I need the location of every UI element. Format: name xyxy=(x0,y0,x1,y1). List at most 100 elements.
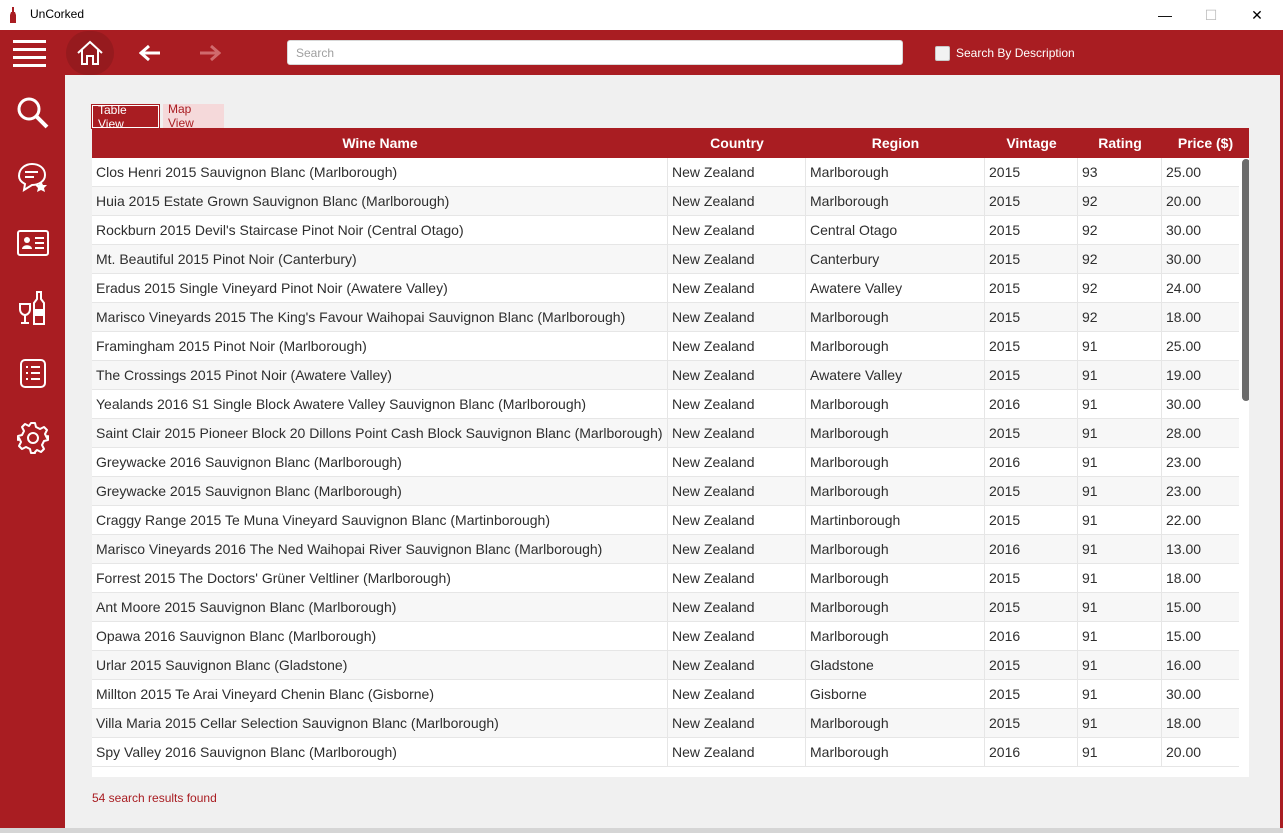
cell-price: 15.00 xyxy=(1166,599,1202,615)
results-count: 54 search results found xyxy=(92,791,217,805)
table-row[interactable]: Clos Henri 2015 Sauvignon Blanc (Marlbor… xyxy=(92,158,1239,187)
cell-rating: 91 xyxy=(1078,506,1162,534)
cell-country: New Zealand xyxy=(668,593,806,621)
table-row[interactable]: Huia 2015 Estate Grown Sauvignon Blanc (… xyxy=(92,187,1239,216)
column-header-vintage[interactable]: Vintage xyxy=(985,128,1078,158)
table-row[interactable]: Greywacke 2015 Sauvignon Blanc (Marlboro… xyxy=(92,477,1239,506)
cell-country: New Zealand xyxy=(668,651,806,679)
table-header: Wine Name Country Region Vintage Rating … xyxy=(92,128,1249,158)
cell-price: 30.00 xyxy=(1166,686,1202,702)
cell-country: New Zealand xyxy=(668,709,806,737)
search-by-description-checkbox[interactable] xyxy=(935,46,950,61)
cell-price: 30.00 xyxy=(1166,396,1202,412)
cell-wine-name: Spy Valley 2016 Sauvignon Blanc (Marlbor… xyxy=(92,738,668,766)
column-header-wine-name[interactable]: Wine Name xyxy=(92,128,668,158)
cell-region: Marlborough xyxy=(806,709,985,737)
forward-button[interactable] xyxy=(192,39,228,67)
cell-region: Gladstone xyxy=(806,651,985,679)
table-row[interactable]: Marisco Vineyards 2016 The Ned Waihopai … xyxy=(92,535,1239,564)
column-header-price[interactable]: Price ($) xyxy=(1162,128,1249,158)
profile-card-icon xyxy=(17,230,49,256)
cell-region: Marlborough xyxy=(806,535,985,563)
table-row[interactable]: Urlar 2015 Sauvignon Blanc (Gladstone) Ne… xyxy=(92,651,1239,680)
cell-rating: 92 xyxy=(1078,274,1162,302)
cell-price: 18.00 xyxy=(1166,715,1202,731)
table-row[interactable]: Greywacke 2016 Sauvignon Blanc (Marlboro… xyxy=(92,448,1239,477)
table-row[interactable]: Spy Valley 2016 Sauvignon Blanc (Marlbor… xyxy=(92,738,1239,767)
table-row[interactable]: Yealands 2016 S1 Single Block Awatere Va… xyxy=(92,390,1239,419)
cell-price: 22.00 xyxy=(1166,512,1202,528)
cell-country: New Zealand xyxy=(668,564,806,592)
cell-rating: 91 xyxy=(1078,390,1162,418)
cell-rating: 92 xyxy=(1078,216,1162,244)
table-row[interactable]: Ant Moore 2015 Sauvignon Blanc (Marlboro… xyxy=(92,593,1239,622)
cell-vintage: 2015 xyxy=(985,245,1078,273)
cell-vintage: 2015 xyxy=(985,332,1078,360)
cell-price: 16.00 xyxy=(1166,657,1202,673)
home-button[interactable] xyxy=(66,31,114,75)
cell-wine-name: Millton 2015 Te Arai Vineyard Chenin Bla… xyxy=(92,680,668,708)
cell-wine-name: Yealands 2016 S1 Single Block Awatere Va… xyxy=(92,390,668,418)
table-row[interactable]: Rockburn 2015 Devil's Staircase Pinot No… xyxy=(92,216,1239,245)
column-header-country[interactable]: Country xyxy=(668,128,806,158)
cell-region: Marlborough xyxy=(806,477,985,505)
cell-region: Gisborne xyxy=(806,680,985,708)
sidebar-item-search[interactable] xyxy=(10,90,56,136)
cell-country: New Zealand xyxy=(668,390,806,418)
top-toolbar: Search By Description xyxy=(0,30,1280,75)
hamburger-icon xyxy=(13,40,46,67)
cell-wine-name: Ant Moore 2015 Sauvignon Blanc (Marlboro… xyxy=(92,593,668,621)
cell-rating: 91 xyxy=(1078,738,1162,766)
cell-rating: 91 xyxy=(1078,361,1162,389)
sidebar-item-reviews[interactable] xyxy=(10,155,56,201)
table-row[interactable]: Marisco Vineyards 2015 The King's Favour… xyxy=(92,303,1239,332)
cell-vintage: 2016 xyxy=(985,738,1078,766)
cell-region: Awatere Valley xyxy=(806,361,985,389)
cell-country: New Zealand xyxy=(668,245,806,273)
sidebar-item-wines[interactable] xyxy=(10,285,56,331)
table-row[interactable]: Forrest 2015 The Doctors' Grüner Veltlin… xyxy=(92,564,1239,593)
cell-vintage: 2016 xyxy=(985,622,1078,650)
table-row[interactable]: Craggy Range 2015 Te Muna Vineyard Sauvi… xyxy=(92,506,1239,535)
cell-region: Marlborough xyxy=(806,564,985,592)
cell-rating: 91 xyxy=(1078,332,1162,360)
cell-region: Canterbury xyxy=(806,245,985,273)
close-button[interactable]: ✕ xyxy=(1234,0,1280,30)
cell-rating: 92 xyxy=(1078,303,1162,331)
close-icon: ✕ xyxy=(1251,6,1263,23)
table-row[interactable]: Opawa 2016 Sauvignon Blanc (Marlborough)… xyxy=(92,622,1239,651)
minimize-button[interactable]: — xyxy=(1142,0,1188,30)
maximize-button[interactable]: ☐ xyxy=(1188,0,1234,30)
table-row[interactable]: Eradus 2015 Single Vineyard Pinot Noir (… xyxy=(92,274,1239,303)
sidebar-item-settings[interactable] xyxy=(10,415,56,461)
cell-country: New Zealand xyxy=(668,680,806,708)
cell-rating: 91 xyxy=(1078,622,1162,650)
sidebar-item-lists[interactable] xyxy=(10,350,56,396)
hamburger-menu-button[interactable] xyxy=(10,38,50,68)
wine-glass-bottle-icon xyxy=(19,291,45,325)
column-header-region[interactable]: Region xyxy=(806,128,985,158)
cell-country: New Zealand xyxy=(668,622,806,650)
table-row[interactable]: Mt. Beautiful 2015 Pinot Noir (Canterbur… xyxy=(92,245,1239,274)
cell-country: New Zealand xyxy=(668,361,806,389)
tab-map-view[interactable]: Map View xyxy=(163,102,224,130)
tab-table-view[interactable]: Table View xyxy=(91,103,160,131)
chat-star-icon xyxy=(17,162,47,193)
table-row[interactable]: Saint Clair 2015 Pioneer Block 20 Dillon… xyxy=(92,419,1239,448)
table-row[interactable]: Villa Maria 2015 Cellar Selection Sauvig… xyxy=(92,709,1239,738)
arrow-right-icon xyxy=(200,44,221,62)
cell-country: New Zealand xyxy=(668,535,806,563)
sidebar-item-profile[interactable] xyxy=(10,220,56,266)
cell-price: 15.00 xyxy=(1166,628,1202,644)
cell-rating: 91 xyxy=(1078,680,1162,708)
window-title: UnCorked xyxy=(30,7,85,21)
column-header-rating[interactable]: Rating xyxy=(1078,128,1162,158)
cell-vintage: 2015 xyxy=(985,680,1078,708)
table-row[interactable]: Millton 2015 Te Arai Vineyard Chenin Bla… xyxy=(92,680,1239,709)
search-input[interactable] xyxy=(287,40,903,65)
table-row[interactable]: The Crossings 2015 Pinot Noir (Awatere V… xyxy=(92,361,1239,390)
back-button[interactable] xyxy=(132,39,168,67)
scrollbar-thumb[interactable] xyxy=(1242,159,1249,401)
table-row[interactable]: Framingham 2015 Pinot Noir (Marlborough)… xyxy=(92,332,1239,361)
cell-wine-name: Rockburn 2015 Devil's Staircase Pinot No… xyxy=(92,216,668,244)
